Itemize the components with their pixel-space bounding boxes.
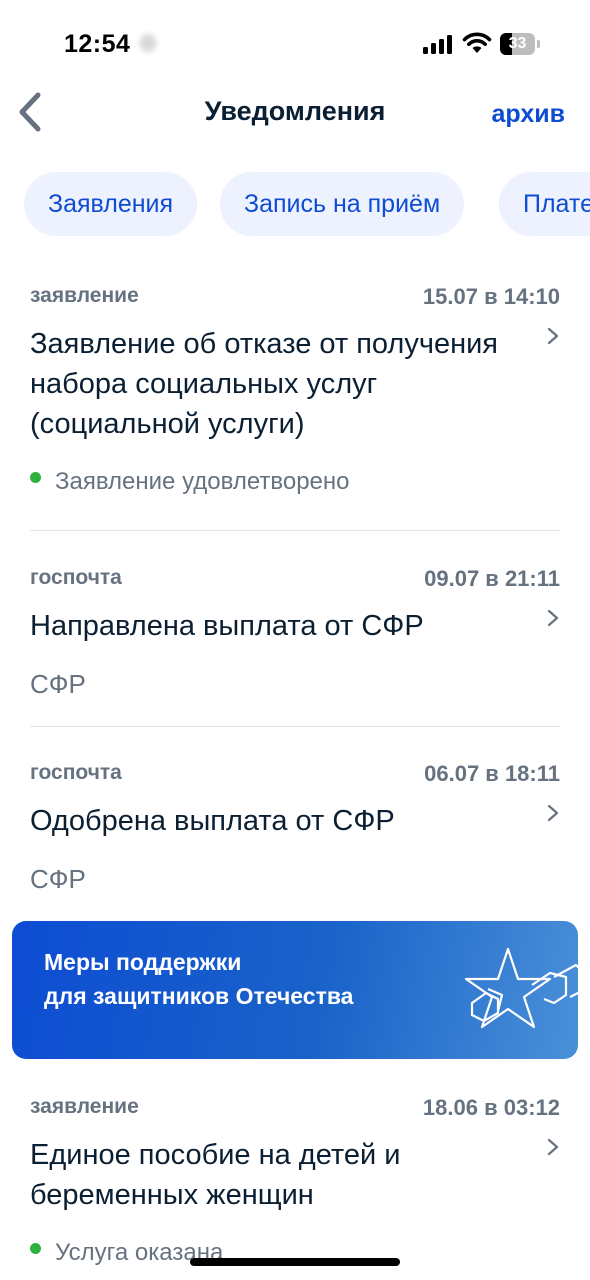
notification-item[interactable]: заявление 15.07 в 14:10 Заявление об отк… (30, 284, 560, 509)
divider (30, 726, 560, 727)
filter-chips: Заявления Запись на приём Платежи (0, 172, 590, 238)
notification-date: 18.06 в 03:12 (422, 1095, 560, 1120)
battery-percent: 33 (508, 35, 527, 52)
chip-appointment[interactable]: Запись на приём (220, 172, 465, 236)
notification-status: Заявление удовлетворено (30, 468, 350, 496)
banner-line-2: для защитников Отечества (44, 983, 354, 1009)
notification-sender: СФР (30, 669, 86, 699)
status-time: 12:54 (64, 30, 131, 58)
notification-item[interactable]: госпочта 06.07 в 18:11 Одобрена выплата … (30, 761, 560, 894)
chevron-right-icon (547, 804, 559, 822)
notification-item[interactable]: госпочта 09.07 в 21:11 Направлена выплат… (30, 566, 560, 699)
divider (30, 530, 560, 531)
wifi-icon (462, 32, 492, 53)
cellular-signal-icon (423, 34, 453, 54)
promo-banner[interactable]: Меры поддержки для защитников Отечества (12, 921, 578, 1059)
status-text: Заявление удовлетворено (55, 468, 350, 495)
archive-link[interactable]: архив (492, 100, 566, 129)
notification-title: Заявление об отказе от получения набора … (30, 328, 498, 440)
notification-date: 06.07 в 18:11 (424, 761, 560, 786)
notification-item[interactable]: заявление 18.06 в 03:12 Единое пособие н… (30, 1095, 560, 1280)
notification-date: 09.07 в 21:11 (424, 566, 560, 591)
notification-category: госпочта (30, 566, 122, 589)
status-bar: 12:54 33 (0, 0, 590, 80)
status-dot-icon (30, 1243, 41, 1254)
notification-title: Единое пособие на детей и беременных жен… (30, 1139, 401, 1211)
chevron-right-icon (547, 609, 559, 627)
notification-title: Направлена выплата от СФР (30, 610, 424, 642)
home-indicator[interactable] (190, 1258, 400, 1266)
banner-text: Меры поддержки для защитников Отечества (44, 945, 353, 1013)
status-dot-icon (30, 472, 41, 483)
chevron-right-icon (547, 1138, 559, 1156)
notification-category: госпочта (30, 761, 122, 784)
notification-date: 15.07 в 14:10 (422, 284, 560, 309)
notification-sender: СФР (30, 864, 86, 894)
banner-line-1: Меры поддержки (44, 949, 242, 975)
blurred-indicator (140, 34, 156, 52)
chip-applications[interactable]: Заявления (24, 172, 198, 236)
battery-icon: 33 (500, 33, 540, 55)
notification-title: Одобрена выплата от СФР (30, 805, 395, 837)
star-emblem-icon (464, 947, 578, 1029)
notification-category: заявление (30, 284, 139, 307)
chevron-right-icon (547, 327, 559, 345)
notification-category: заявление (30, 1095, 139, 1118)
chip-payments[interactable]: Платежи (499, 172, 590, 236)
